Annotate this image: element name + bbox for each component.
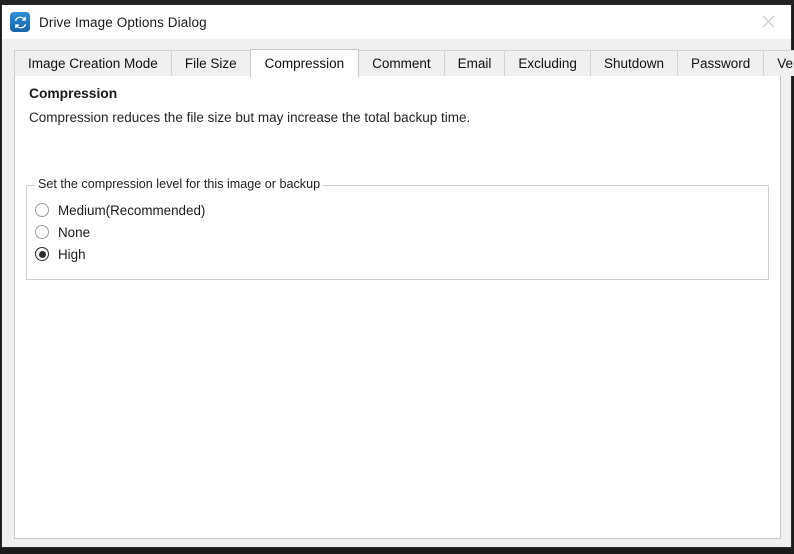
group-legend: Set the compression level for this image… [35, 177, 323, 191]
background-window-bottom-edge [0, 548, 794, 554]
page-description: Compression reduces the file size but ma… [29, 110, 470, 125]
radio-icon-selected [35, 247, 49, 261]
tab-file-size[interactable]: File Size [171, 50, 251, 76]
window-title: Drive Image Options Dialog [39, 15, 207, 30]
title-bar: Drive Image Options Dialog [2, 5, 791, 39]
radio-option-label: None [58, 225, 90, 240]
radio-option-high[interactable]: High [35, 243, 764, 265]
tab-compression[interactable]: Compression [250, 49, 360, 77]
dialog-body: Image Creation Mode File Size Compressio… [2, 39, 791, 547]
compression-panel: Compression Compression reduces the file… [14, 75, 781, 539]
tab-verify[interactable]: Verify [763, 50, 794, 76]
tab-shutdown[interactable]: Shutdown [590, 50, 678, 76]
drive-image-options-dialog: Drive Image Options Dialog Image Creatio… [1, 4, 792, 548]
tab-comment[interactable]: Comment [358, 50, 445, 76]
sync-arrows-icon [10, 12, 30, 32]
radio-option-label: High [58, 247, 86, 262]
tab-excluding[interactable]: Excluding [504, 50, 591, 76]
radio-icon [35, 203, 49, 217]
radio-icon [35, 225, 49, 239]
compression-level-group: Set the compression level for this image… [26, 185, 769, 280]
radio-option-label: Medium(Recommended) [58, 203, 205, 218]
tab-strip: Image Creation Mode File Size Compressio… [14, 49, 779, 76]
page-title: Compression [29, 86, 117, 101]
compression-level-radio-group: Medium(Recommended) None High [35, 199, 764, 265]
tab-password[interactable]: Password [677, 50, 764, 76]
tab-image-creation-mode[interactable]: Image Creation Mode [14, 50, 172, 76]
radio-option-medium[interactable]: Medium(Recommended) [35, 199, 764, 221]
radio-option-none[interactable]: None [35, 221, 764, 243]
tab-email[interactable]: Email [444, 50, 506, 76]
close-icon[interactable] [745, 5, 791, 38]
